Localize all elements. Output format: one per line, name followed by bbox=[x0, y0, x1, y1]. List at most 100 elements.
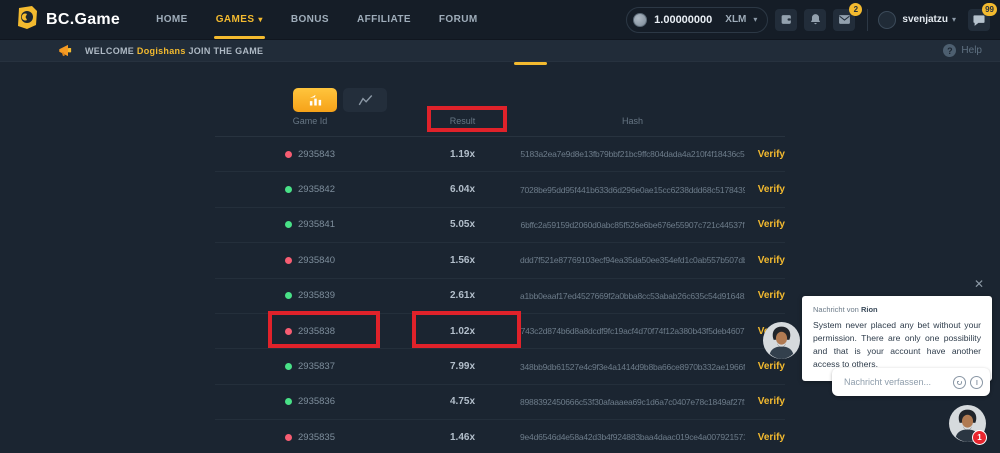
result-value: 1.56x bbox=[405, 255, 520, 266]
hash-value: ddd7f521e87769103ecf94ea35da50ee354efd1c… bbox=[520, 255, 745, 265]
verify-link[interactable]: Verify bbox=[745, 290, 785, 301]
verify-link[interactable]: Verify bbox=[745, 219, 785, 230]
table-row: 2935840 1.56xddd7f521e87769103ecf94ea35da… bbox=[215, 243, 785, 278]
welcome-message: WELCOME Dogishans JOIN THE GAME bbox=[85, 46, 263, 56]
envelope-icon bbox=[838, 13, 851, 26]
logo-text: BC.Game bbox=[46, 11, 120, 29]
result-value: 1.46x bbox=[405, 432, 520, 443]
chevron-down-icon: ▾ bbox=[952, 15, 956, 24]
help-icon: ? bbox=[943, 44, 956, 57]
verify-link[interactable]: Verify bbox=[745, 432, 785, 443]
nav-item-home[interactable]: HOME bbox=[142, 0, 202, 40]
verify-link[interactable]: Verify bbox=[745, 396, 785, 407]
logo[interactable]: BC.Game bbox=[15, 5, 120, 35]
table-row: 2935837 7.99x348bb9db61527e4c9f3e4a1414d9… bbox=[215, 349, 785, 384]
attachment-icon[interactable] bbox=[970, 376, 983, 389]
annotation-rect-result-header bbox=[427, 106, 507, 132]
game-id: 2935835 bbox=[298, 432, 335, 443]
chevron-down-icon: ▾ bbox=[753, 15, 757, 24]
chat-message-body: System never placed any bet without your… bbox=[813, 319, 981, 371]
wallet-button[interactable] bbox=[775, 9, 797, 31]
status-dot bbox=[285, 186, 292, 193]
game-id-cell: 2935840 bbox=[215, 255, 405, 266]
chat-message-title: Nachricht von Rion bbox=[813, 305, 981, 314]
status-dot bbox=[285, 257, 292, 264]
game-id: 2935837 bbox=[298, 361, 335, 372]
wallet-icon bbox=[780, 13, 793, 26]
column-header-hash: Hash bbox=[520, 116, 745, 126]
result-value: 6.04x bbox=[405, 184, 520, 195]
table-row: 29358415.05x6bffc2a59159d2060d0abc85f526… bbox=[215, 208, 785, 243]
chat-sender-avatar bbox=[763, 322, 800, 359]
chat-unread-badge: 1 bbox=[972, 430, 987, 445]
game-id: 2935840 bbox=[298, 255, 335, 266]
balance-currency: XLM bbox=[725, 14, 746, 25]
chat-input-bar bbox=[832, 368, 990, 396]
username: svenjatzu bbox=[902, 14, 948, 25]
chat-badge: 99 bbox=[982, 3, 997, 16]
emoji-icon[interactable] bbox=[953, 376, 966, 389]
user-menu[interactable]: svenjatzu ▾ bbox=[878, 11, 956, 29]
verify-link[interactable]: Verify bbox=[745, 149, 785, 160]
result-value: 7.99x bbox=[405, 361, 520, 372]
status-dot bbox=[285, 398, 292, 405]
nav-item-games[interactable]: GAMES ▾ bbox=[202, 0, 277, 40]
welcome-username: Dogishans bbox=[137, 46, 186, 56]
game-id: 2935842 bbox=[298, 184, 335, 195]
nav-item-forum[interactable]: FORUM bbox=[425, 0, 492, 40]
logo-icon bbox=[15, 5, 39, 35]
game-id-cell: 2935839 bbox=[215, 290, 405, 301]
chat-message-input[interactable] bbox=[844, 377, 949, 387]
hash-value: 6bffc2a59159d2060d0abc85f526e6be676e5590… bbox=[520, 220, 745, 230]
messages-badge: 2 bbox=[849, 3, 862, 16]
hash-value: a1bb0eaaf17ed4527669f2a0bba8cc53abab26c6… bbox=[520, 291, 745, 301]
hash-value: 743c2d874b6d8a8dcdf9fc19acf4d70f74f12a38… bbox=[520, 326, 745, 336]
chat-sender-name: Rion bbox=[861, 305, 878, 314]
game-id-cell: 2935841 bbox=[215, 219, 405, 230]
game-id: 2935839 bbox=[298, 290, 335, 301]
game-id-cell: 2935835 bbox=[215, 432, 405, 443]
table-row: 29358351.46x9e4d6546d4e58a42d3b4f924883b… bbox=[215, 420, 785, 453]
active-tab-indicator bbox=[514, 62, 547, 65]
result-value: 5.05x bbox=[405, 219, 520, 230]
nav-item-bonus[interactable]: BONUS bbox=[277, 0, 343, 40]
verify-link[interactable]: Verify bbox=[745, 361, 785, 372]
column-header-game-id: Game Id bbox=[215, 116, 405, 126]
hash-value: 5183a2ea7e9d8e13fb79bbf21bc9ffc804dada4a… bbox=[520, 149, 745, 159]
chevron-down-icon: ▾ bbox=[258, 15, 262, 24]
table-row: 29358426.04x7028be95dd95f441b633d6d296e0… bbox=[215, 172, 785, 207]
divider bbox=[867, 9, 868, 31]
top-navbar: BC.Game HOME GAMES ▾ BONUS AFFILIATE FOR… bbox=[0, 0, 1000, 40]
avatar bbox=[878, 11, 896, 29]
game-id-cell: 2935843 bbox=[215, 149, 405, 160]
messages-button[interactable]: 2 bbox=[833, 9, 855, 31]
table-body: 2935843 1.19x5183a2ea7e9d8e13fb79bbf21bc9… bbox=[215, 137, 785, 453]
hash-value: 348bb9db61527e4c9f3e4a1414d9b8ba66ce8970… bbox=[520, 362, 745, 372]
status-dot bbox=[285, 292, 292, 299]
verify-link[interactable]: Verify bbox=[745, 184, 785, 195]
game-id-cell: 2935842 bbox=[215, 184, 405, 195]
verify-link[interactable]: Verify bbox=[745, 255, 785, 266]
table-row: 29358364.75x8988392450666c53f30afaaaea69… bbox=[215, 385, 785, 420]
status-dot bbox=[285, 363, 292, 370]
notifications-button[interactable] bbox=[804, 9, 826, 31]
chat-toggle-button[interactable]: 99 bbox=[968, 9, 990, 31]
result-value: 1.19x bbox=[405, 149, 520, 160]
nav-item-affiliate[interactable]: AFFILIATE bbox=[343, 0, 425, 40]
game-id: 2935843 bbox=[298, 149, 335, 160]
help-button[interactable]: ? Help bbox=[943, 44, 982, 57]
game-id-cell: 2935836 bbox=[215, 396, 405, 407]
annotation-rect-game-id bbox=[268, 311, 380, 348]
result-value: 2.61x bbox=[405, 290, 520, 301]
table-row: 2935839 2.61xa1bb0eaaf17ed4527669f2a0bba8… bbox=[215, 279, 785, 314]
game-id: 2935836 bbox=[298, 396, 335, 407]
coin-icon bbox=[633, 13, 647, 27]
megaphone-icon bbox=[58, 44, 73, 57]
close-icon[interactable]: ✕ bbox=[974, 278, 984, 290]
status-dot bbox=[285, 151, 292, 158]
hash-value: 8988392450666c53f30afaaaea69c1d6a7c0407e… bbox=[520, 397, 745, 407]
status-dot bbox=[285, 434, 292, 441]
welcome-bar: WELCOME Dogishans JOIN THE GAME ? Help bbox=[0, 40, 1000, 62]
table-row: 2935843 1.19x5183a2ea7e9d8e13fb79bbf21bc9… bbox=[215, 137, 785, 172]
balance-selector[interactable]: 1.00000000 XLM ▾ bbox=[626, 7, 768, 33]
